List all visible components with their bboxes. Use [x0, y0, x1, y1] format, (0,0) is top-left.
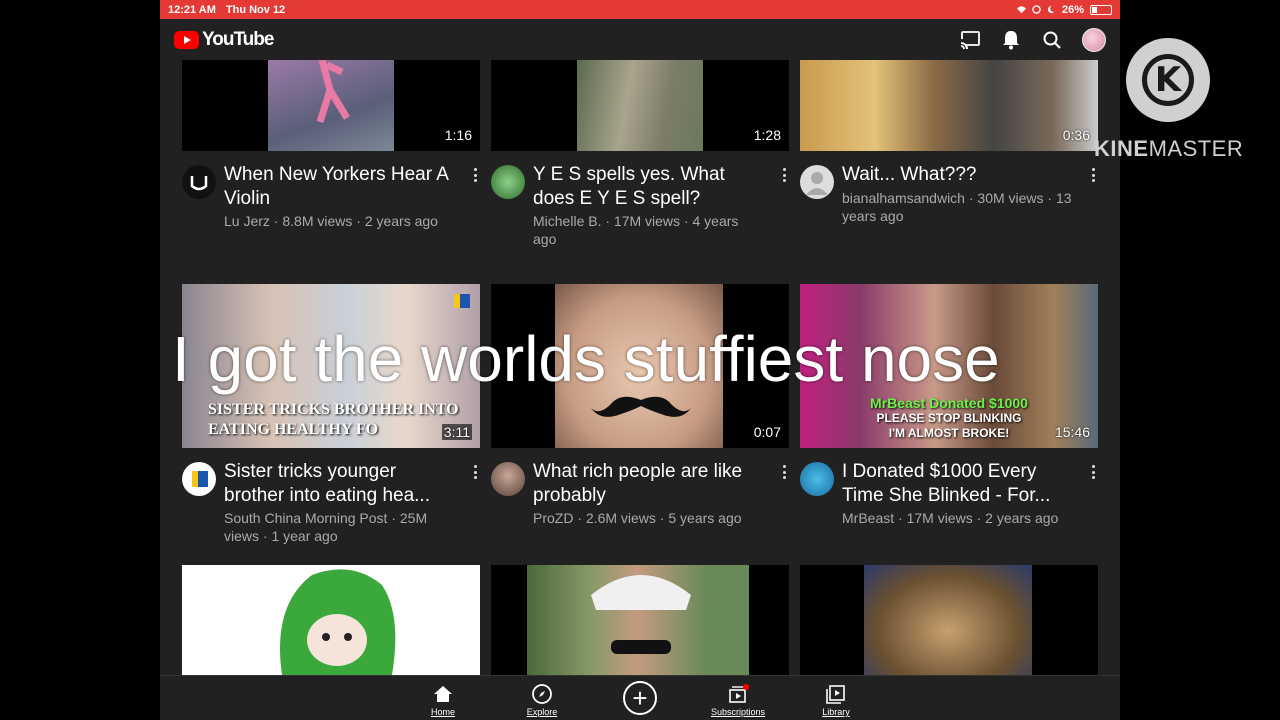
nav-library[interactable]: Library: [796, 682, 876, 717]
nav-label: Home: [430, 707, 455, 717]
video-title[interactable]: Y E S spells yes. What does E Y E S spel…: [533, 163, 763, 211]
mustache-icon: [591, 396, 691, 417]
channel-avatar[interactable]: [491, 462, 525, 496]
video-meta: ProZD · 2.6M views · 5 years ago: [533, 510, 742, 526]
thumbnail-text: MrBeast Donated $1000: [870, 395, 1028, 411]
video-duration: 0:07: [753, 424, 781, 440]
video-title[interactable]: Sister tricks younger brother into eatin…: [224, 460, 454, 508]
nav-label: Subscriptions: [710, 707, 766, 717]
video-title[interactable]: What rich people are like probably: [533, 460, 763, 508]
video-duration: 1:16: [444, 127, 472, 143]
status-time: 12:21 AM: [168, 3, 216, 16]
video-duration: 15:46: [1054, 424, 1090, 440]
battery-percent: 26%: [1061, 3, 1084, 16]
channel-avatar[interactable]: [182, 165, 216, 199]
watermark-text-light: MASTER: [1148, 136, 1244, 161]
more-options-icon[interactable]: [1088, 168, 1098, 182]
video-thumbnail[interactable]: 1:16: [182, 60, 480, 151]
video-thumbnail[interactable]: [800, 565, 1098, 675]
video-title[interactable]: I Donated $1000 Every Time She Blinked -…: [842, 460, 1072, 508]
youtube-play-icon: [174, 30, 199, 49]
bell-icon[interactable]: [1000, 29, 1022, 51]
video-title[interactable]: When New Yorkers Hear A Violin: [224, 163, 454, 211]
battery-icon: [1090, 4, 1112, 15]
library-icon: [796, 682, 876, 706]
create-button[interactable]: +: [623, 681, 657, 715]
more-options-icon[interactable]: [1088, 465, 1098, 479]
video-meta: Michelle B. · 17M views · 4 years ago: [533, 213, 739, 247]
nav-subscriptions[interactable]: Subscriptions: [698, 682, 778, 717]
home-icon: [403, 682, 483, 706]
more-options-icon[interactable]: [779, 465, 789, 479]
video-meta: South China Morning Post · 25M views · 1…: [224, 510, 428, 544]
overlay-caption: I got the worlds stuffiest nose: [172, 323, 1000, 395]
cast-icon[interactable]: [959, 29, 981, 51]
channel-avatar[interactable]: [182, 462, 216, 496]
kinemaster-watermark: K KINEMASTER: [1094, 38, 1244, 168]
video-thumbnail[interactable]: [182, 565, 480, 675]
video-duration: 1:28: [753, 127, 781, 143]
video-meta: bianalhamsandwich · 30M views · 13 years…: [842, 190, 1072, 224]
video-thumbnail[interactable]: 0:36: [800, 60, 1098, 151]
kinemaster-logo-icon: K: [1126, 38, 1210, 122]
bottom-navigation: Home Explore + Subscriptions Library: [160, 675, 1120, 720]
more-options-icon[interactable]: [470, 465, 480, 479]
compass-icon: [502, 682, 582, 706]
status-date: Thu Nov 12: [225, 3, 286, 16]
app-header: YouTube: [160, 19, 1120, 60]
video-title[interactable]: Wait... What???: [842, 163, 1072, 187]
more-options-icon[interactable]: [470, 168, 480, 182]
video-meta: MrBeast · 17M views · 2 years ago: [842, 510, 1059, 526]
video-duration: 0:36: [1062, 127, 1090, 143]
video-thumbnail[interactable]: [491, 565, 789, 675]
video-duration: 3:11: [441, 424, 472, 440]
status-bar: 12:21 AM Thu Nov 12 26%: [160, 0, 1120, 19]
nav-explore[interactable]: Explore: [502, 682, 582, 717]
nav-label: Library: [822, 707, 850, 717]
moon-icon: [1047, 5, 1056, 14]
search-icon[interactable]: [1041, 29, 1063, 51]
watermark-text-bold: KINE: [1094, 136, 1149, 161]
nav-home[interactable]: Home: [403, 682, 483, 717]
channel-avatar[interactable]: [800, 462, 834, 496]
video-thumbnail[interactable]: 1:28: [491, 60, 789, 151]
channel-badge: [454, 294, 470, 308]
thumbnail-text: SISTER TRICKS BROTHER INTO EATING HEALTH…: [208, 401, 459, 438]
more-options-icon[interactable]: [779, 168, 789, 182]
app-title: YouTube: [202, 28, 274, 50]
channel-avatar[interactable]: [800, 165, 834, 199]
thumbnail-text: I'M ALMOST BROKE!: [888, 426, 1010, 440]
rotation-lock-icon: [1032, 5, 1041, 14]
channel-avatar[interactable]: [491, 165, 525, 199]
video-meta: Lu Jerz · 8.8M views · 2 years ago: [224, 213, 438, 229]
nav-label: Explore: [526, 707, 558, 717]
youtube-logo[interactable]: YouTube: [174, 28, 274, 51]
wifi-icon: [1016, 6, 1026, 14]
subscriptions-icon: [698, 682, 778, 706]
thumbnail-text: PLEASE STOP BLINKING: [876, 411, 1022, 425]
